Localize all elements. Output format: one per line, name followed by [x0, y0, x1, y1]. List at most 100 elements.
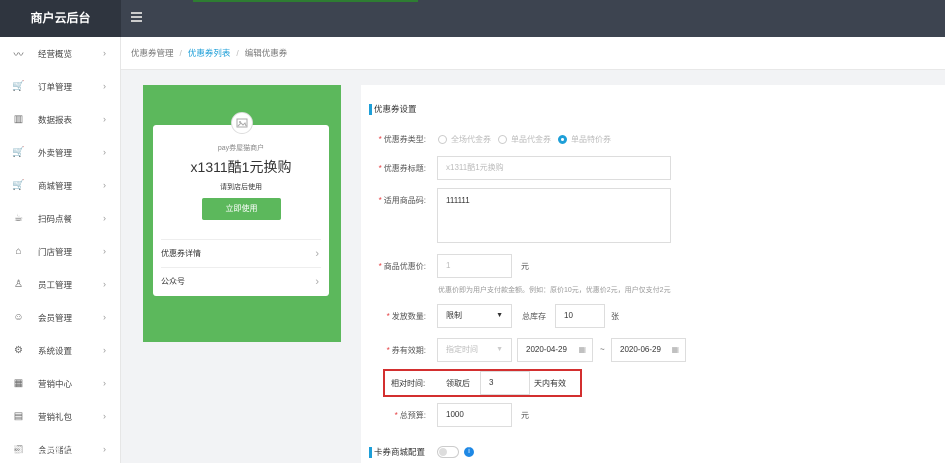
- radio-single-voucher[interactable]: [498, 135, 507, 144]
- chevron-right-icon: ›: [103, 312, 106, 322]
- relative-time-label: 相对时间:: [391, 379, 426, 388]
- sidebar-item[interactable]: ▦ 营销中心 ›: [0, 367, 120, 400]
- chevron-right-icon: ›: [103, 444, 106, 454]
- sidebar-item[interactable]: ⌂ 门店管理 ›: [0, 235, 120, 268]
- sidebar-item[interactable]: ▥ 数据报表 ›: [0, 103, 120, 136]
- sidebar-item[interactable]: ☕ 扫码点餐 ›: [0, 202, 120, 235]
- menu-toggle-icon[interactable]: [131, 12, 142, 22]
- radio-special-price[interactable]: [558, 135, 567, 144]
- mall-config-toggle[interactable]: [437, 446, 459, 458]
- chevron-right-icon: ›: [103, 411, 106, 421]
- grid-icon: ▦: [13, 378, 24, 389]
- app-title: 商户云后台: [0, 0, 121, 37]
- use-now-button[interactable]: 立即使用: [202, 198, 281, 220]
- breadcrumb-coupon-list[interactable]: 优惠券列表: [188, 47, 231, 59]
- validity-end-date[interactable]: 2020-06-29 ▦: [611, 338, 686, 362]
- tab-accent-bar: [193, 0, 418, 2]
- sidebar-item[interactable]: 🛒 商城管理 ›: [0, 169, 120, 202]
- breadcrumb-coupon-manage[interactable]: 优惠券管理: [131, 47, 174, 59]
- sidebar-item-label: 营销中心: [38, 378, 73, 389]
- cup-icon: ☕: [14, 213, 23, 224]
- budget-unit: 元: [521, 411, 529, 420]
- price-label: * 商品优惠价:: [378, 262, 426, 271]
- budget-input[interactable]: 1000: [437, 403, 512, 427]
- coupon-preview: pay券屋猫商户 x1311酷1元换购 请到店后使用 立即使用 优惠券详情 › …: [143, 85, 341, 342]
- coupon-title-label: * 优惠券标题:: [378, 164, 426, 173]
- sidebar-item-label: 商城管理: [38, 180, 73, 191]
- smile-icon: ☺: [13, 312, 24, 323]
- sidebar-item-label: 员工管理: [38, 279, 73, 290]
- merchant-logo-icon: [231, 112, 253, 134]
- coupon-subtitle: 请到店后使用: [220, 184, 262, 191]
- breadcrumb: 优惠券管理 / 优惠券列表 / 编辑优惠券: [121, 37, 945, 70]
- coupon-title: x1311酷1元换购: [190, 159, 292, 175]
- chevron-right-icon: ›: [103, 147, 106, 157]
- sidebar-item-label: 数据报表: [38, 114, 73, 125]
- cart-icon: 🛒: [12, 147, 25, 158]
- top-bar: 商户云后台: [0, 0, 945, 37]
- sidebar-item[interactable]: 🛒 外卖管理 ›: [0, 136, 120, 169]
- coupon-type-radios: 全场代金券 单品代金券 单品特价券: [438, 134, 618, 145]
- relative-suffix: 天内有效: [534, 379, 566, 388]
- validity-mode-select[interactable]: 指定时间 ▼: [437, 338, 512, 362]
- chevron-right-icon: ›: [103, 48, 106, 58]
- official-account-row[interactable]: 公众号 ›: [161, 267, 321, 295]
- coupon-settings-title: 优惠券设置: [369, 103, 417, 115]
- caret-down-icon: ▼: [496, 312, 503, 319]
- user-icon: ♙: [14, 279, 23, 290]
- calendar-icon: ▦: [671, 345, 679, 354]
- breadcrumb-sep: /: [179, 48, 182, 58]
- sidebar-item[interactable]: 〰 经营概览 ›: [0, 37, 120, 70]
- stock-label: 总库存: [522, 312, 546, 321]
- trend-icon: 〰: [13, 50, 24, 61]
- validity-start-date[interactable]: 2020-04-29 ▦: [517, 338, 593, 362]
- info-icon[interactable]: i: [464, 447, 474, 457]
- caret-down-icon: ▼: [496, 346, 503, 353]
- price-unit: 元: [521, 262, 529, 271]
- chevron-right-icon: ›: [103, 213, 106, 223]
- price-input[interactable]: 1: [437, 254, 512, 278]
- cart-icon: 🛒: [12, 180, 25, 191]
- sidebar-item-label: 订单管理: [38, 81, 73, 92]
- chevron-right-icon: ›: [103, 378, 106, 388]
- chevron-right-icon: ›: [103, 279, 106, 289]
- budget-label: * 总预算:: [394, 411, 426, 420]
- mall-config-title: 卡券商城配置: [369, 446, 425, 458]
- chevron-right-icon: ›: [103, 180, 106, 190]
- sidebar-item[interactable]: ⚙ 系统设置 ›: [0, 334, 120, 367]
- radio-all-voucher[interactable]: [438, 135, 447, 144]
- breadcrumb-sep: /: [236, 48, 239, 58]
- gear-icon: ⚙: [14, 345, 23, 356]
- breadcrumb-edit-coupon: 编辑优惠券: [244, 48, 288, 58]
- sidebar: 〰 经营概览 › 🛒 订单管理 › ▥ 数据报表 › 🛒 外卖管理 › 🛒 商城管理 › ☕ 扫码点餐 › ⌂ 门店管…: [0, 37, 121, 463]
- sidebar-item[interactable]: ▤ 营销礼包 ›: [0, 400, 120, 433]
- sidebar-item[interactable]: 🛒 订单管理 ›: [0, 70, 120, 103]
- chevron-right-icon: ›: [103, 114, 106, 124]
- relative-prefix: 领取后: [446, 379, 470, 388]
- stock-unit: 张: [611, 312, 619, 321]
- sidebar-item-label: 外卖管理: [38, 147, 73, 158]
- validity-label: * 券有效期:: [386, 346, 426, 355]
- sidebar-item-label: 扫码点餐: [38, 213, 73, 224]
- gift-icon: ▤: [13, 411, 24, 422]
- sidebar-item-label: 门店管理: [38, 246, 73, 257]
- coupon-detail-row[interactable]: 优惠券详情 ›: [161, 239, 321, 267]
- cart-icon: 🛒: [12, 81, 25, 92]
- sidebar-item-label: 营销礼包: [38, 411, 73, 422]
- goods-code-label: * 适用商品码:: [378, 196, 426, 205]
- coupon-type-label: * 优惠券类型:: [378, 135, 426, 144]
- sidebar-item[interactable]: ☺ 会员管理 ›: [0, 301, 120, 334]
- sidebar-item-label: 经营概览: [38, 48, 73, 59]
- official-account-label: 公众号: [161, 277, 185, 286]
- relative-days-input[interactable]: 3: [480, 371, 530, 395]
- chevron-right-icon: ›: [103, 246, 106, 256]
- price-hint: 优惠价即为用户支付款金额。例如：原价10元，优惠价2元，用户仅支付2元: [438, 287, 671, 294]
- coupon-title-input[interactable]: x1311酷1元换购: [437, 156, 671, 180]
- coupon-detail-label: 优惠券详情: [161, 249, 201, 258]
- stock-input[interactable]: 10: [555, 304, 605, 328]
- chevron-right-icon: ›: [315, 248, 319, 260]
- issue-qty-select[interactable]: 限制 ▼: [437, 304, 512, 328]
- merchant-name: pay券屋猫商户: [217, 145, 265, 152]
- sidebar-item[interactable]: ♙ 员工管理 ›: [0, 268, 120, 301]
- goods-code-textarea[interactable]: 111111: [437, 188, 671, 243]
